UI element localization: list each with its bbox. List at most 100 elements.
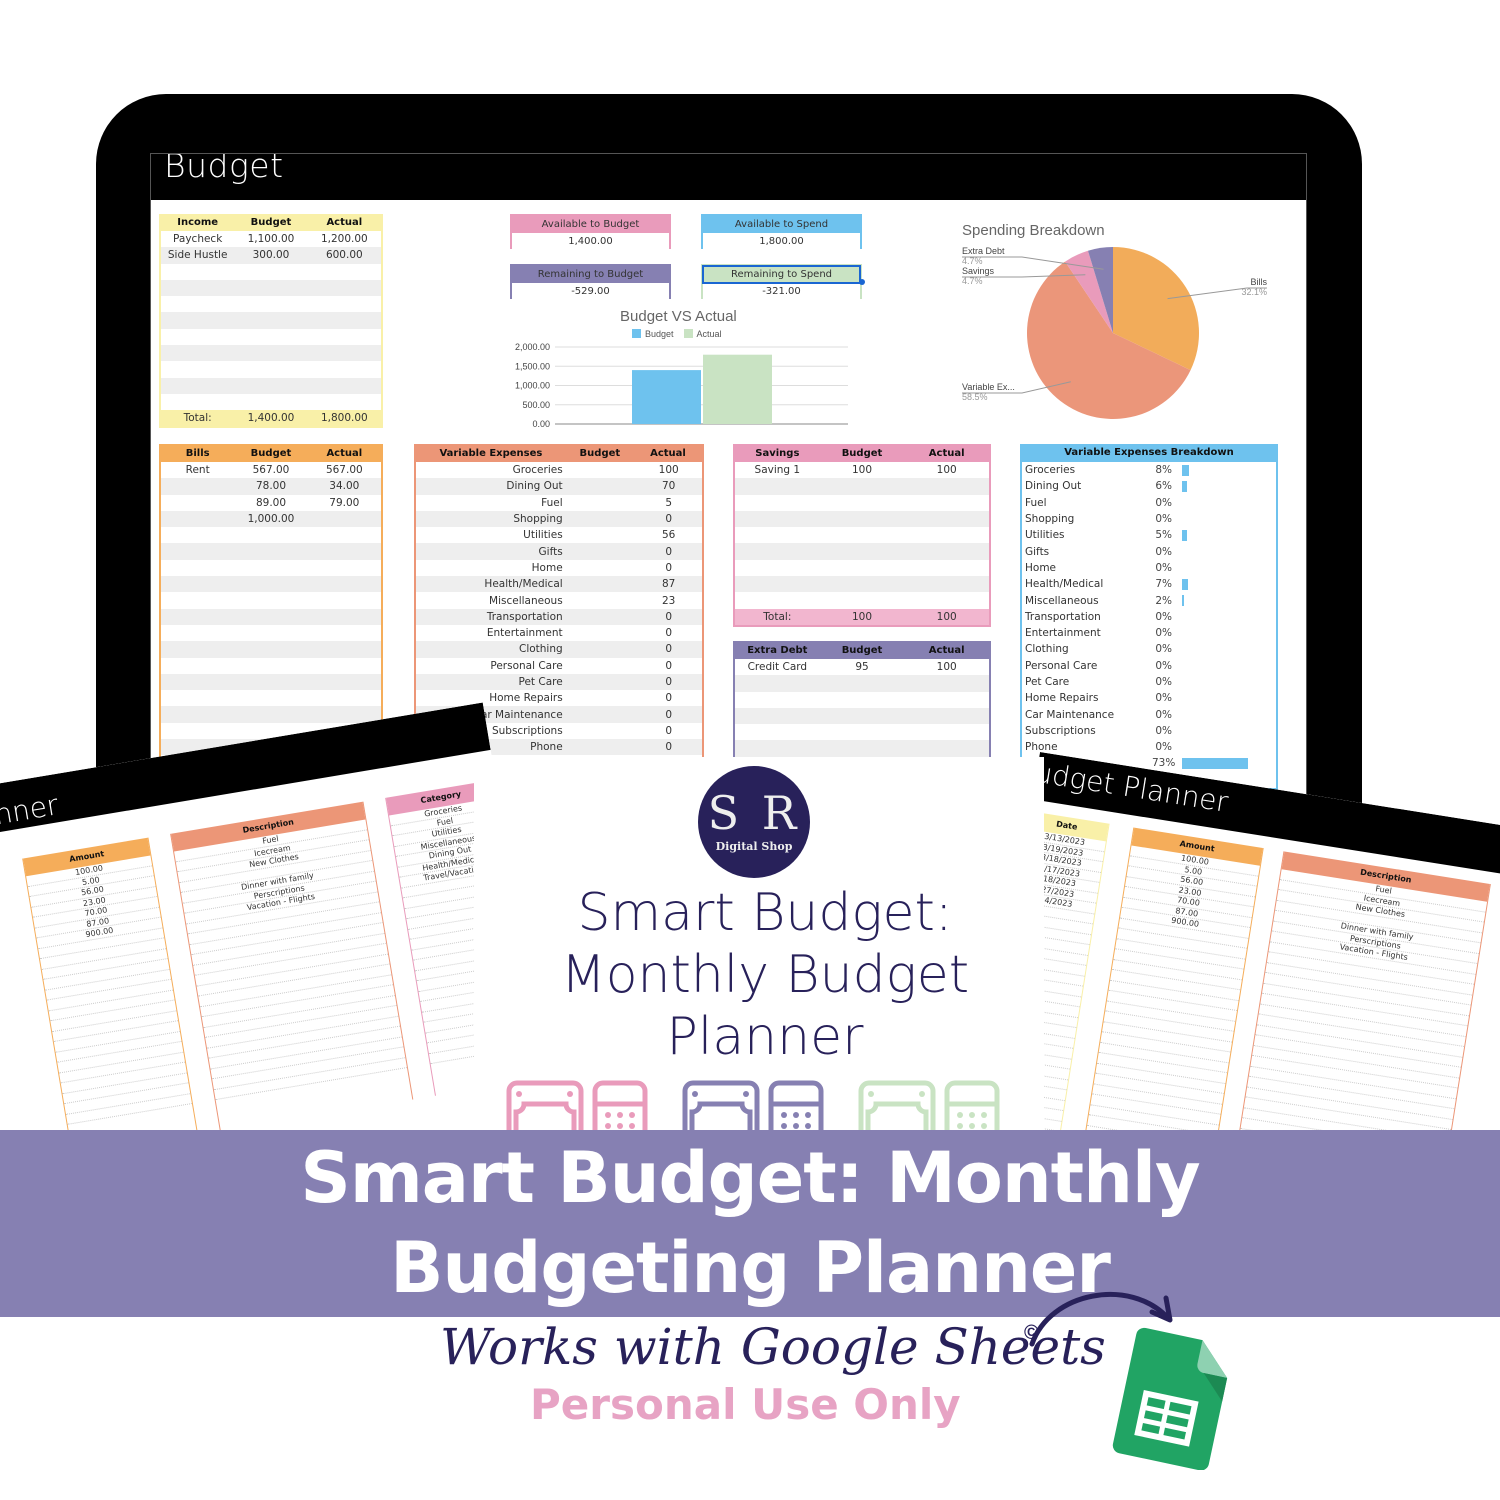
table-row [161,312,381,329]
table-cell[interactable]: Shopping [416,513,569,525]
table-cell[interactable]: Gifts [416,546,569,558]
remaining-to-spend-label[interactable]: Remaining to Spend [702,265,861,284]
breakdown-category: Personal Care [1025,659,1098,672]
table-cell[interactable]: 567.00 [234,464,307,476]
bar-budget[interactable] [632,370,701,424]
table-cell[interactable]: Utilities [416,529,569,541]
breakdown-category: Gifts [1025,545,1050,558]
table-row [161,608,381,625]
table-cell[interactable]: Fuel [416,497,569,509]
savings-header: Savings Budget Actual [735,444,989,462]
table-cell[interactable]: Home Repairs [416,692,569,704]
table-cell[interactable]: 23 [635,595,702,607]
col-header: Budget [841,644,883,656]
remaining-to-budget-value[interactable]: -529.00 [512,283,669,300]
col-header: Budget [250,447,292,459]
table-cell[interactable]: 0 [635,660,702,672]
table-cell[interactable]: 0 [635,709,702,721]
remaining-to-spend-value[interactable]: -321.00 [703,283,860,300]
income-total-row: Total: 1,400.00 1,800.00 [161,410,381,427]
total-budget[interactable]: 100 [820,611,905,623]
table-cell[interactable]: Saving 1 [735,464,820,476]
table-cell[interactable]: Side Hustle [161,249,234,261]
col-header: Savings [755,447,800,459]
table-cell[interactable]: 100 [820,464,905,476]
table-cell[interactable]: 600.00 [308,249,381,261]
table-cell[interactable]: 567.00 [308,464,381,476]
banner-title: Smart Budget: Monthly Budgeting Planner [0,1133,1500,1313]
table-cell[interactable]: 1,000.00 [234,513,307,525]
y-tick-label: 1,500.00 [515,361,550,371]
table-cell[interactable]: 1,200.00 [308,233,381,245]
table-cell[interactable]: 5 [635,497,702,509]
table-cell[interactable]: 89.00 [234,497,307,509]
col-header: Budget [579,447,621,459]
table-cell[interactable]: 79.00 [308,497,381,509]
breakdown-percent: 0% [1155,561,1172,574]
table-cell[interactable]: 1,100.00 [234,233,307,245]
table-cell[interactable]: 0 [635,741,702,753]
table-row [161,345,381,362]
table-row [161,657,381,674]
table-cell[interactable]: Home [416,562,569,574]
breakdown-sparkbar [1182,757,1248,769]
available-to-spend-box[interactable]: Available to Spend 1,800.00 [701,214,862,250]
cell-selection-handle[interactable] [859,279,865,285]
breakdown-percent: 0% [1155,724,1172,737]
table-cell[interactable]: 0 [635,676,702,688]
breakdown-row: Subscriptions 0% [1022,723,1276,739]
table-cell[interactable]: 56 [635,529,702,541]
table-cell[interactable]: Groceries [416,464,569,476]
table-cell[interactable]: 0 [635,611,702,623]
table-cell[interactable]: 100 [904,661,989,673]
breakdown-percent: 0% [1155,659,1172,672]
table-cell[interactable]: Dining Out [416,480,569,492]
table-cell[interactable]: Personal Care [416,660,569,672]
table-cell[interactable]: 0 [635,562,702,574]
table-cell[interactable]: Pet Care [416,676,569,688]
col-header: Actual [928,644,965,656]
table-cell[interactable]: Credit Card [735,661,820,673]
breakdown-category: Shopping [1025,513,1075,526]
total-actual[interactable]: 1,800.00 [308,412,381,424]
table-cell[interactable]: Rent [161,464,234,476]
pie-percent-label: 58.5% [962,392,988,402]
table-cell[interactable]: 0 [635,725,702,737]
total-budget[interactable]: 1,400.00 [234,412,307,424]
table-cell[interactable]: 100 [904,464,989,476]
table-cell[interactable]: Miscellaneous [416,595,569,607]
table-cell[interactable]: 70 [635,480,702,492]
table-cell[interactable]: 0 [635,513,702,525]
table-cell[interactable]: 78.00 [234,480,307,492]
available-to-budget-box[interactable]: Available to Budget 1,400.00 [510,214,671,250]
breakdown-row: Utilities 5% [1022,527,1276,543]
breakdown-category: Clothing [1025,643,1069,656]
breakdown-row: Personal Care 0% [1022,658,1276,674]
table-row: 1,000.00 [161,510,381,528]
breakdown-header: Variable Expenses Breakdown [1022,444,1276,462]
total-actual[interactable]: 100 [904,611,989,623]
table-cell[interactable]: Transportation [416,611,569,623]
table-cell[interactable]: Paycheck [161,233,234,245]
table-cell[interactable]: 0 [635,692,702,704]
remaining-to-spend-box[interactable]: Remaining to Spend -321.00 [701,264,865,300]
pie-percent-label: 4.7% [962,256,983,266]
table-cell[interactable]: 100 [635,464,702,476]
legend-swatch [683,329,693,338]
table-cell[interactable]: 34.00 [308,480,381,492]
table-cell[interactable]: 0 [635,643,702,655]
table-cell[interactable]: 0 [635,627,702,639]
table-cell[interactable]: 0 [635,546,702,558]
table-cell[interactable]: Entertainment [416,627,569,639]
table-cell[interactable]: 87 [635,578,702,590]
available-to-budget-value[interactable]: 1,400.00 [512,233,669,250]
pie-percent-label: 4.7% [962,276,983,286]
remaining-to-budget-box[interactable]: Remaining to Budget -529.00 [510,264,671,300]
table-cell[interactable]: Clothing [416,643,569,655]
bar-actual[interactable] [703,354,772,424]
table-cell[interactable]: Health/Medical [416,578,569,590]
table-cell[interactable]: 300.00 [234,249,307,261]
available-to-spend-value[interactable]: 1,800.00 [703,233,860,250]
table-row [735,494,989,511]
table-cell[interactable]: 95 [820,661,905,673]
